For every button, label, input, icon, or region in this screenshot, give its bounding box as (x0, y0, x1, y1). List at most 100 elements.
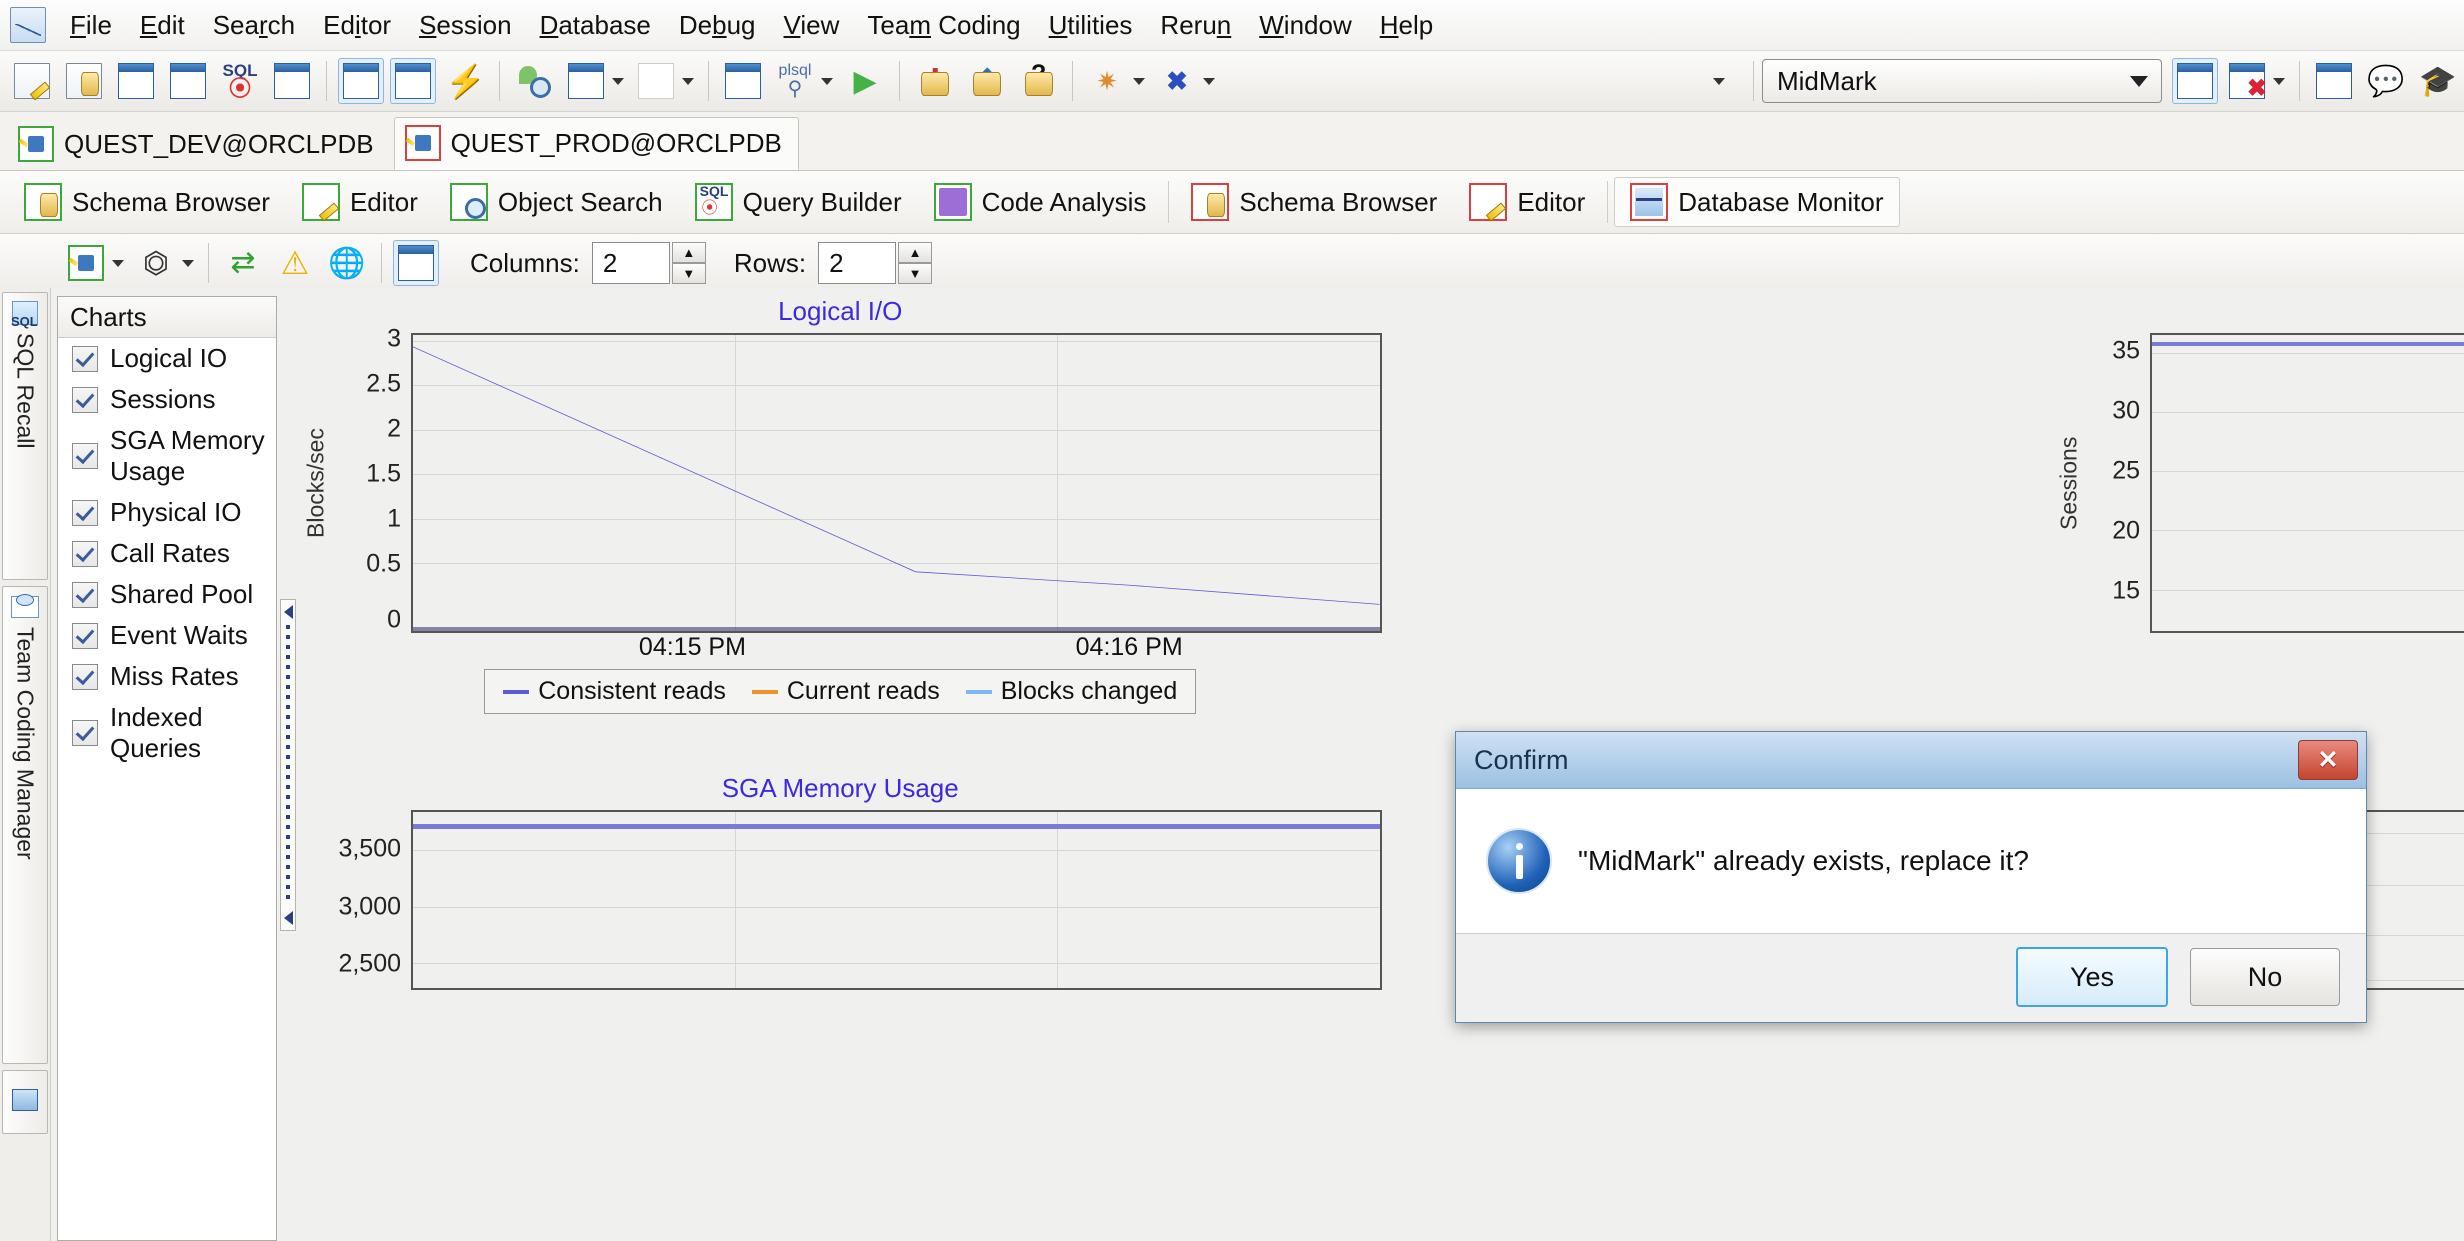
checkbox[interactable] (72, 345, 98, 372)
module-schema-browser-dev[interactable]: Schema Browser (8, 177, 286, 227)
menu-item-help[interactable]: Help (1366, 6, 1447, 45)
checkbox[interactable] (72, 581, 98, 608)
vdock-tab-team-coding-manager[interactable]: Team Coding Manager (2, 586, 48, 1064)
charts-item-logical-io[interactable]: Logical IO (58, 338, 276, 379)
session-browser-icon[interactable] (390, 58, 436, 104)
remove-user-icon[interactable]: ✖ (2224, 58, 2270, 104)
describe-icon[interactable] (269, 58, 315, 104)
chat-bubble-icon[interactable]: 💬 (2363, 58, 2409, 104)
stepper-down-icon[interactable]: ▼ (671, 263, 706, 284)
new-editor-icon[interactable] (9, 58, 55, 104)
module-code-analysis[interactable]: Code Analysis (918, 177, 1163, 227)
columns-stepper[interactable]: ▲ ▼ (671, 242, 706, 284)
rows-stepper[interactable]: ▲ ▼ (898, 242, 933, 284)
charts-item-sga-memory-usage[interactable]: SGA Memory Usage (58, 420, 276, 492)
mobile-device-icon[interactable] (2311, 58, 2357, 104)
graduation-cap-icon[interactable]: 🎓 (2415, 58, 2461, 104)
menu-item-window[interactable]: Window (1245, 6, 1365, 45)
menu-item-editor[interactable]: Editor (309, 6, 405, 45)
window-list-icon[interactable] (563, 58, 609, 104)
connect-icon[interactable] (63, 240, 109, 286)
checkbox[interactable] (72, 720, 98, 746)
columns-input[interactable]: 2 (591, 242, 670, 284)
rows-input[interactable]: 2 (818, 242, 897, 284)
chevron-down-icon[interactable] (612, 77, 624, 85)
chevron-down-icon[interactable] (182, 259, 194, 267)
charts-item-call-rates[interactable]: Call Rates (58, 533, 276, 574)
confirm-dialog[interactable]: Confirm ✕ "MidMark" already exists, repl… (1455, 731, 2367, 1023)
module-schema-browser-prod[interactable]: Schema Browser (1175, 177, 1453, 227)
module-editor-prod[interactable]: Editor (1453, 177, 1601, 227)
stepper-down-icon[interactable]: ▼ (898, 263, 933, 284)
object-palette-icon[interactable] (113, 58, 159, 104)
stepper-up-icon[interactable]: ▲ (898, 242, 933, 263)
refresh-icon[interactable]: ⇄ (220, 240, 266, 286)
plsql-search-icon[interactable]: plsql ⚲ (772, 58, 818, 104)
compile-cancel-icon[interactable]: ✖ (1154, 58, 1200, 104)
execute-lightning-icon[interactable]: ⚡ (442, 58, 488, 104)
checkbox[interactable] (72, 386, 98, 413)
module-editor-dev[interactable]: Editor (286, 177, 434, 227)
charts-item-indexed-queries[interactable]: Indexed Queries (58, 697, 276, 769)
menu-item-database[interactable]: Database (526, 6, 665, 45)
vdock-tab-window-stack[interactable] (2, 1070, 48, 1134)
help-question-icon[interactable]: ? (1015, 58, 1061, 104)
splitter-grip[interactable] (286, 624, 290, 905)
close-icon[interactable]: ✕ (2298, 740, 2358, 780)
add-user-save-icon[interactable] (2172, 58, 2218, 104)
database-browser-icon[interactable] (338, 58, 384, 104)
checkbox[interactable] (72, 622, 98, 649)
checkbox[interactable] (72, 663, 98, 690)
vdock-tab-sql-recall[interactable]: SQL SQL Recall (2, 292, 48, 580)
menu-item-edit[interactable]: Edit (126, 6, 199, 45)
connection-tab-dev[interactable]: QUEST_DEV@ORCLPDB (8, 119, 390, 170)
module-object-search[interactable]: Object Search (434, 177, 679, 227)
dialog-titlebar[interactable]: Confirm ✕ (1456, 732, 2366, 789)
chart-sga-memory-usage[interactable]: SGA Memory Usage 3,500 3,000 2,500 (299, 765, 1382, 1241)
connection-tab-prod[interactable]: QUEST_PROD@ORCLPDB (393, 117, 799, 170)
chevron-down-icon[interactable] (2130, 76, 2148, 87)
collapse-left-arrow-icon[interactable] (283, 910, 293, 925)
menu-item-debug[interactable]: Debug (665, 6, 770, 45)
chart-logical-io[interactable]: Logical I/O Blocks/sec 3 2.5 2 1.5 1 0.5… (299, 288, 1382, 765)
object-search-magnify-icon[interactable] (511, 58, 557, 104)
toolbar-overflow-chevron-icon[interactable] (1713, 77, 1725, 85)
chevron-down-icon[interactable] (112, 259, 124, 267)
menu-item-file[interactable]: File (56, 6, 126, 45)
checkbox[interactable] (72, 443, 98, 469)
import-icon[interactable]: ⬇ (911, 58, 957, 104)
collapse-left-arrow-icon[interactable] (283, 604, 293, 619)
connection-select[interactable]: MidMark (1762, 59, 2162, 103)
charts-item-miss-rates[interactable]: Miss Rates (58, 656, 276, 697)
chevron-down-icon[interactable] (682, 77, 694, 85)
schema-browser-icon[interactable] (61, 58, 107, 104)
checkbox[interactable] (72, 499, 98, 526)
menu-item-session[interactable]: Session (405, 6, 526, 45)
checkbox[interactable] (72, 540, 98, 567)
chevron-down-icon[interactable] (2273, 77, 2285, 85)
module-query-builder[interactable]: SQL ⦿ Query Builder (679, 177, 918, 227)
menu-item-view[interactable]: View (770, 6, 854, 45)
charts-item-physical-io[interactable]: Physical IO (58, 492, 276, 533)
chevron-down-icon[interactable] (1133, 77, 1145, 85)
yes-button[interactable]: Yes (2016, 947, 2168, 1007)
debug-run-icon[interactable]: ▶ (842, 58, 888, 104)
report-chart-icon[interactable] (720, 58, 766, 104)
menu-item-search[interactable]: Search (199, 6, 309, 45)
chart-sessions[interactable]: Sessions Sessions 35 30 25 20 15 (1382, 288, 2464, 765)
menu-item-utilities[interactable]: Utilities (1035, 6, 1147, 45)
panel-splitter[interactable] (277, 288, 299, 1241)
compile-icon[interactable]: ✷ (1084, 58, 1130, 104)
charts-item-sessions[interactable]: Sessions (58, 379, 276, 420)
globe-icon[interactable]: 🌐 (324, 240, 370, 286)
menu-item-rerun[interactable]: Rerun (1146, 6, 1245, 45)
blank-doc-icon[interactable] (633, 58, 679, 104)
chevron-down-icon[interactable] (1203, 77, 1215, 85)
charts-item-event-waits[interactable]: Event Waits (58, 615, 276, 656)
charts-item-shared-pool[interactable]: Shared Pool (58, 574, 276, 615)
module-database-monitor[interactable]: Database Monitor (1614, 177, 1900, 227)
chevron-down-icon[interactable] (821, 77, 833, 85)
sql-recall-icon[interactable]: SQL ⦿ (217, 58, 263, 104)
no-button[interactable]: No (2190, 948, 2340, 1006)
menu-item-team-coding[interactable]: Team Coding (853, 6, 1034, 45)
